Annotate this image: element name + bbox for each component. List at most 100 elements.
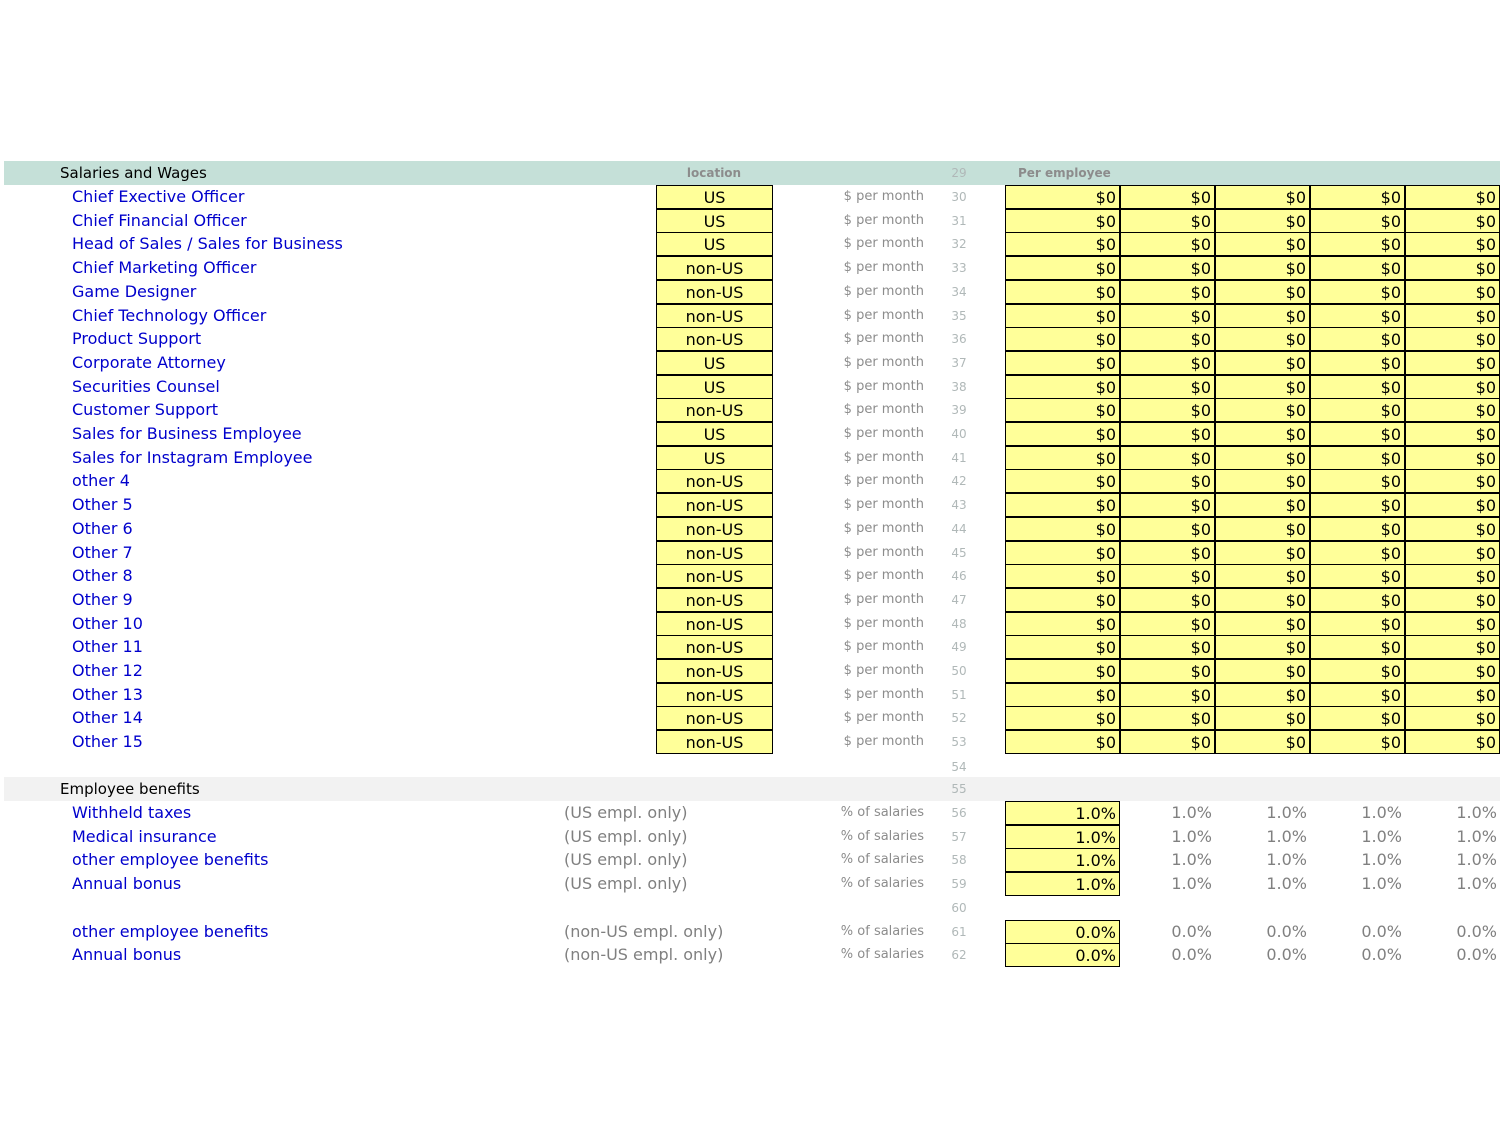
salary-value-cell[interactable]: $0 [1405, 659, 1500, 683]
benefit-rate-input[interactable]: 1.0% [1005, 825, 1120, 849]
location-input[interactable]: non-US [656, 659, 773, 683]
salary-value-cell[interactable]: $0 [1215, 351, 1310, 375]
location-input[interactable]: non-US [656, 469, 773, 493]
salary-value-cell[interactable]: $0 [1215, 588, 1310, 612]
salary-value-cell[interactable]: $0 [1215, 493, 1310, 517]
salary-value-cell[interactable]: $0 [1005, 730, 1120, 754]
salary-value-cell[interactable]: $0 [1310, 493, 1405, 517]
salary-value-cell[interactable]: $0 [1215, 730, 1310, 754]
salary-value-cell[interactable]: $0 [1120, 209, 1215, 233]
salary-value-cell[interactable]: $0 [1005, 185, 1120, 209]
salary-value-cell[interactable]: $0 [1405, 304, 1500, 328]
location-input[interactable]: non-US [656, 635, 773, 659]
salary-value-cell[interactable]: $0 [1310, 398, 1405, 422]
salary-value-cell[interactable]: $0 [1005, 280, 1120, 304]
salary-value-cell[interactable]: $0 [1405, 232, 1500, 256]
salary-value-cell[interactable]: $0 [1310, 730, 1405, 754]
salary-value-cell[interactable]: $0 [1310, 280, 1405, 304]
salary-value-cell[interactable]: $0 [1005, 256, 1120, 280]
salary-value-cell[interactable]: $0 [1120, 635, 1215, 659]
salary-value-cell[interactable]: $0 [1215, 185, 1310, 209]
salary-value-cell[interactable]: $0 [1405, 588, 1500, 612]
salary-value-cell[interactable]: $0 [1005, 469, 1120, 493]
location-input[interactable]: non-US [656, 564, 773, 588]
salary-value-cell[interactable]: $0 [1120, 280, 1215, 304]
salary-value-cell[interactable]: $0 [1005, 232, 1120, 256]
salary-value-cell[interactable]: $0 [1005, 588, 1120, 612]
salary-value-cell[interactable]: $0 [1405, 256, 1500, 280]
salary-value-cell[interactable]: $0 [1405, 517, 1500, 541]
salary-value-cell[interactable]: $0 [1120, 730, 1215, 754]
salary-value-cell[interactable]: $0 [1310, 564, 1405, 588]
location-input[interactable]: US [656, 351, 773, 375]
salary-value-cell[interactable]: $0 [1310, 588, 1405, 612]
salary-value-cell[interactable]: $0 [1215, 256, 1310, 280]
salary-value-cell[interactable]: $0 [1120, 351, 1215, 375]
salary-value-cell[interactable]: $0 [1405, 493, 1500, 517]
salary-value-cell[interactable]: $0 [1310, 351, 1405, 375]
salary-value-cell[interactable]: $0 [1005, 541, 1120, 565]
salary-value-cell[interactable]: $0 [1405, 541, 1500, 565]
salary-value-cell[interactable]: $0 [1405, 422, 1500, 446]
location-input[interactable]: US [656, 185, 773, 209]
salary-value-cell[interactable]: $0 [1405, 398, 1500, 422]
salary-value-cell[interactable]: $0 [1215, 706, 1310, 730]
location-input[interactable]: non-US [656, 683, 773, 707]
salary-value-cell[interactable]: $0 [1215, 564, 1310, 588]
salary-value-cell[interactable]: $0 [1120, 469, 1215, 493]
salary-value-cell[interactable]: $0 [1005, 422, 1120, 446]
salary-value-cell[interactable]: $0 [1120, 517, 1215, 541]
salary-value-cell[interactable]: $0 [1120, 683, 1215, 707]
salary-value-cell[interactable]: $0 [1405, 683, 1500, 707]
salary-value-cell[interactable]: $0 [1310, 209, 1405, 233]
salary-value-cell[interactable]: $0 [1405, 185, 1500, 209]
salary-value-cell[interactable]: $0 [1310, 683, 1405, 707]
location-input[interactable]: US [656, 232, 773, 256]
location-input[interactable]: non-US [656, 612, 773, 636]
salary-value-cell[interactable]: $0 [1310, 304, 1405, 328]
salary-value-cell[interactable]: $0 [1310, 659, 1405, 683]
salary-value-cell[interactable]: $0 [1215, 280, 1310, 304]
salary-value-cell[interactable]: $0 [1215, 375, 1310, 399]
salary-value-cell[interactable]: $0 [1120, 327, 1215, 351]
benefit-rate-input[interactable]: 1.0% [1005, 801, 1120, 825]
salary-value-cell[interactable]: $0 [1310, 517, 1405, 541]
salary-value-cell[interactable]: $0 [1215, 469, 1310, 493]
salary-value-cell[interactable]: $0 [1405, 635, 1500, 659]
salary-value-cell[interactable]: $0 [1310, 635, 1405, 659]
location-input[interactable]: non-US [656, 493, 773, 517]
salary-value-cell[interactable]: $0 [1005, 659, 1120, 683]
salary-value-cell[interactable]: $0 [1215, 541, 1310, 565]
salary-value-cell[interactable]: $0 [1405, 351, 1500, 375]
salary-value-cell[interactable]: $0 [1005, 706, 1120, 730]
salary-value-cell[interactable]: $0 [1405, 469, 1500, 493]
salary-value-cell[interactable]: $0 [1215, 422, 1310, 446]
location-input[interactable]: non-US [656, 256, 773, 280]
salary-value-cell[interactable]: $0 [1405, 730, 1500, 754]
benefit-rate-input[interactable]: 0.0% [1005, 920, 1120, 944]
salary-value-cell[interactable]: $0 [1215, 398, 1310, 422]
salary-value-cell[interactable]: $0 [1120, 541, 1215, 565]
salary-value-cell[interactable]: $0 [1405, 327, 1500, 351]
salary-value-cell[interactable]: $0 [1120, 375, 1215, 399]
salary-value-cell[interactable]: $0 [1120, 493, 1215, 517]
salary-value-cell[interactable]: $0 [1005, 304, 1120, 328]
salary-value-cell[interactable]: $0 [1120, 706, 1215, 730]
salary-value-cell[interactable]: $0 [1120, 659, 1215, 683]
salary-value-cell[interactable]: $0 [1215, 517, 1310, 541]
location-input[interactable]: US [656, 209, 773, 233]
salary-value-cell[interactable]: $0 [1120, 446, 1215, 470]
salary-value-cell[interactable]: $0 [1005, 564, 1120, 588]
salary-value-cell[interactable]: $0 [1005, 683, 1120, 707]
location-input[interactable]: non-US [656, 398, 773, 422]
salary-value-cell[interactable]: $0 [1215, 232, 1310, 256]
location-input[interactable]: non-US [656, 327, 773, 351]
location-input[interactable]: non-US [656, 280, 773, 304]
salary-value-cell[interactable]: $0 [1005, 446, 1120, 470]
salary-value-cell[interactable]: $0 [1310, 327, 1405, 351]
benefit-rate-input[interactable]: 1.0% [1005, 872, 1120, 896]
salary-value-cell[interactable]: $0 [1310, 541, 1405, 565]
salary-value-cell[interactable]: $0 [1215, 659, 1310, 683]
location-input[interactable]: US [656, 446, 773, 470]
salary-value-cell[interactable]: $0 [1120, 256, 1215, 280]
